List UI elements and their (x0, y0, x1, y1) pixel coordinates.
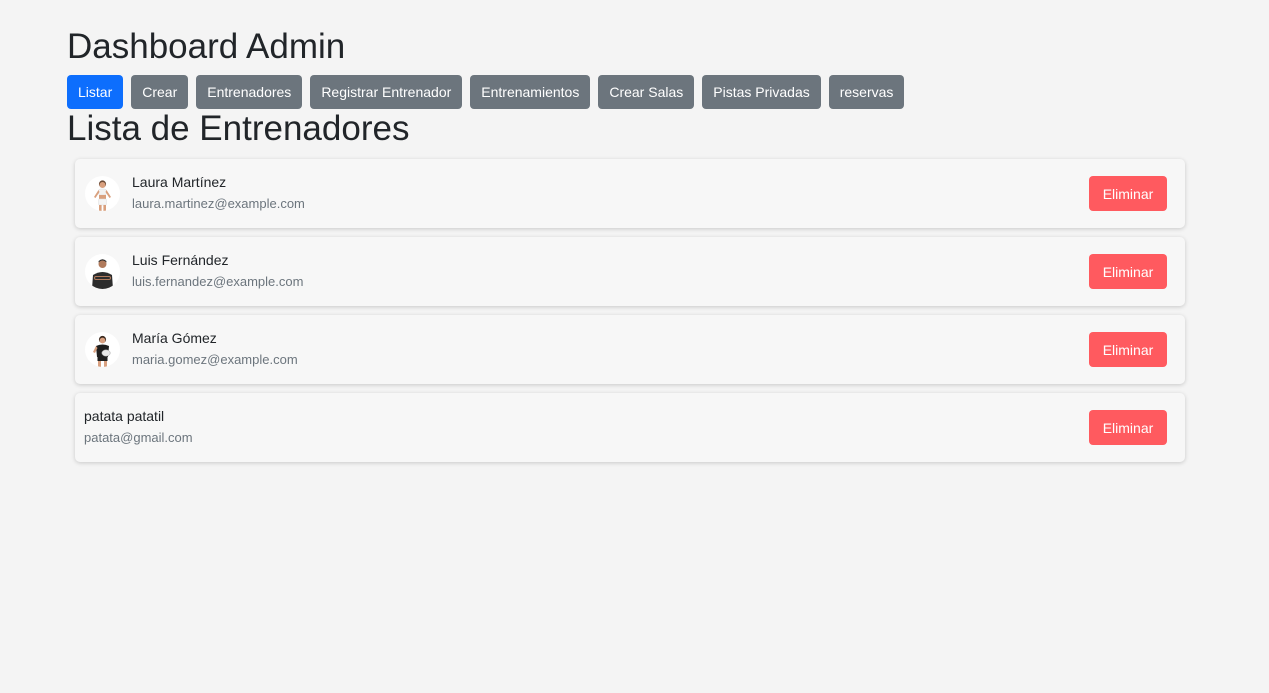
page: Dashboard Admin Listar Crear Entrenadore… (0, 0, 1269, 693)
trainer-card: Luis Fernández luis.fernandez@example.co… (75, 237, 1185, 306)
trainer-name: Luis Fernández (132, 252, 229, 268)
section-title: Lista de Entrenadores (67, 109, 410, 148)
trainer-name: Laura Martínez (132, 174, 227, 190)
nav-pistas-privadas-button[interactable]: Pistas Privadas (702, 75, 821, 109)
delete-trainer-button[interactable]: Eliminar (1089, 332, 1167, 367)
trainer-info: María Gómez maria.gomez@example.com (132, 329, 298, 369)
nav-crear-button[interactable]: Crear (131, 75, 189, 109)
trainer-email: laura.martinez@example.com (132, 196, 305, 211)
avatar (85, 332, 120, 367)
trainer-list: Laura Martínez laura.martinez@example.co… (75, 159, 1185, 471)
nav-registrar-entrenador-button[interactable]: Registrar Entrenador (310, 75, 463, 109)
nav-entrenadores-button[interactable]: Entrenadores (196, 75, 303, 109)
trainer-email: luis.fernandez@example.com (132, 274, 304, 289)
trainer-card: patata patatil patata@gmail.com Eliminar (75, 393, 1185, 462)
delete-trainer-button[interactable]: Eliminar (1089, 254, 1167, 289)
trainer-name: María Gómez (132, 330, 217, 346)
trainer-email: patata@gmail.com (84, 430, 193, 445)
nav-crear-salas-button[interactable]: Crear Salas (598, 75, 695, 109)
trainer-info: patata patatil patata@gmail.com (84, 407, 193, 447)
trainer-email: maria.gomez@example.com (132, 352, 298, 367)
trainer-info: Luis Fernández luis.fernandez@example.co… (132, 251, 303, 291)
delete-trainer-button[interactable]: Eliminar (1089, 410, 1167, 445)
nav-reservas-button[interactable]: reservas (828, 75, 905, 109)
trainer-name: patata patatil (84, 408, 165, 424)
trainer-info: Laura Martínez laura.martinez@example.co… (132, 173, 305, 213)
avatar (85, 254, 120, 289)
nav-listar-button[interactable]: Listar (67, 75, 124, 109)
nav-entrenamientos-button[interactable]: Entrenamientos (470, 75, 591, 109)
avatar (85, 176, 120, 211)
delete-trainer-button[interactable]: Eliminar (1089, 176, 1167, 211)
trainer-card: María Gómez maria.gomez@example.com Elim… (75, 315, 1185, 384)
trainer-card: Laura Martínez laura.martinez@example.co… (75, 159, 1185, 228)
admin-nav: Listar Crear Entrenadores Registrar Entr… (67, 75, 905, 109)
page-title: Dashboard Admin (67, 27, 346, 66)
